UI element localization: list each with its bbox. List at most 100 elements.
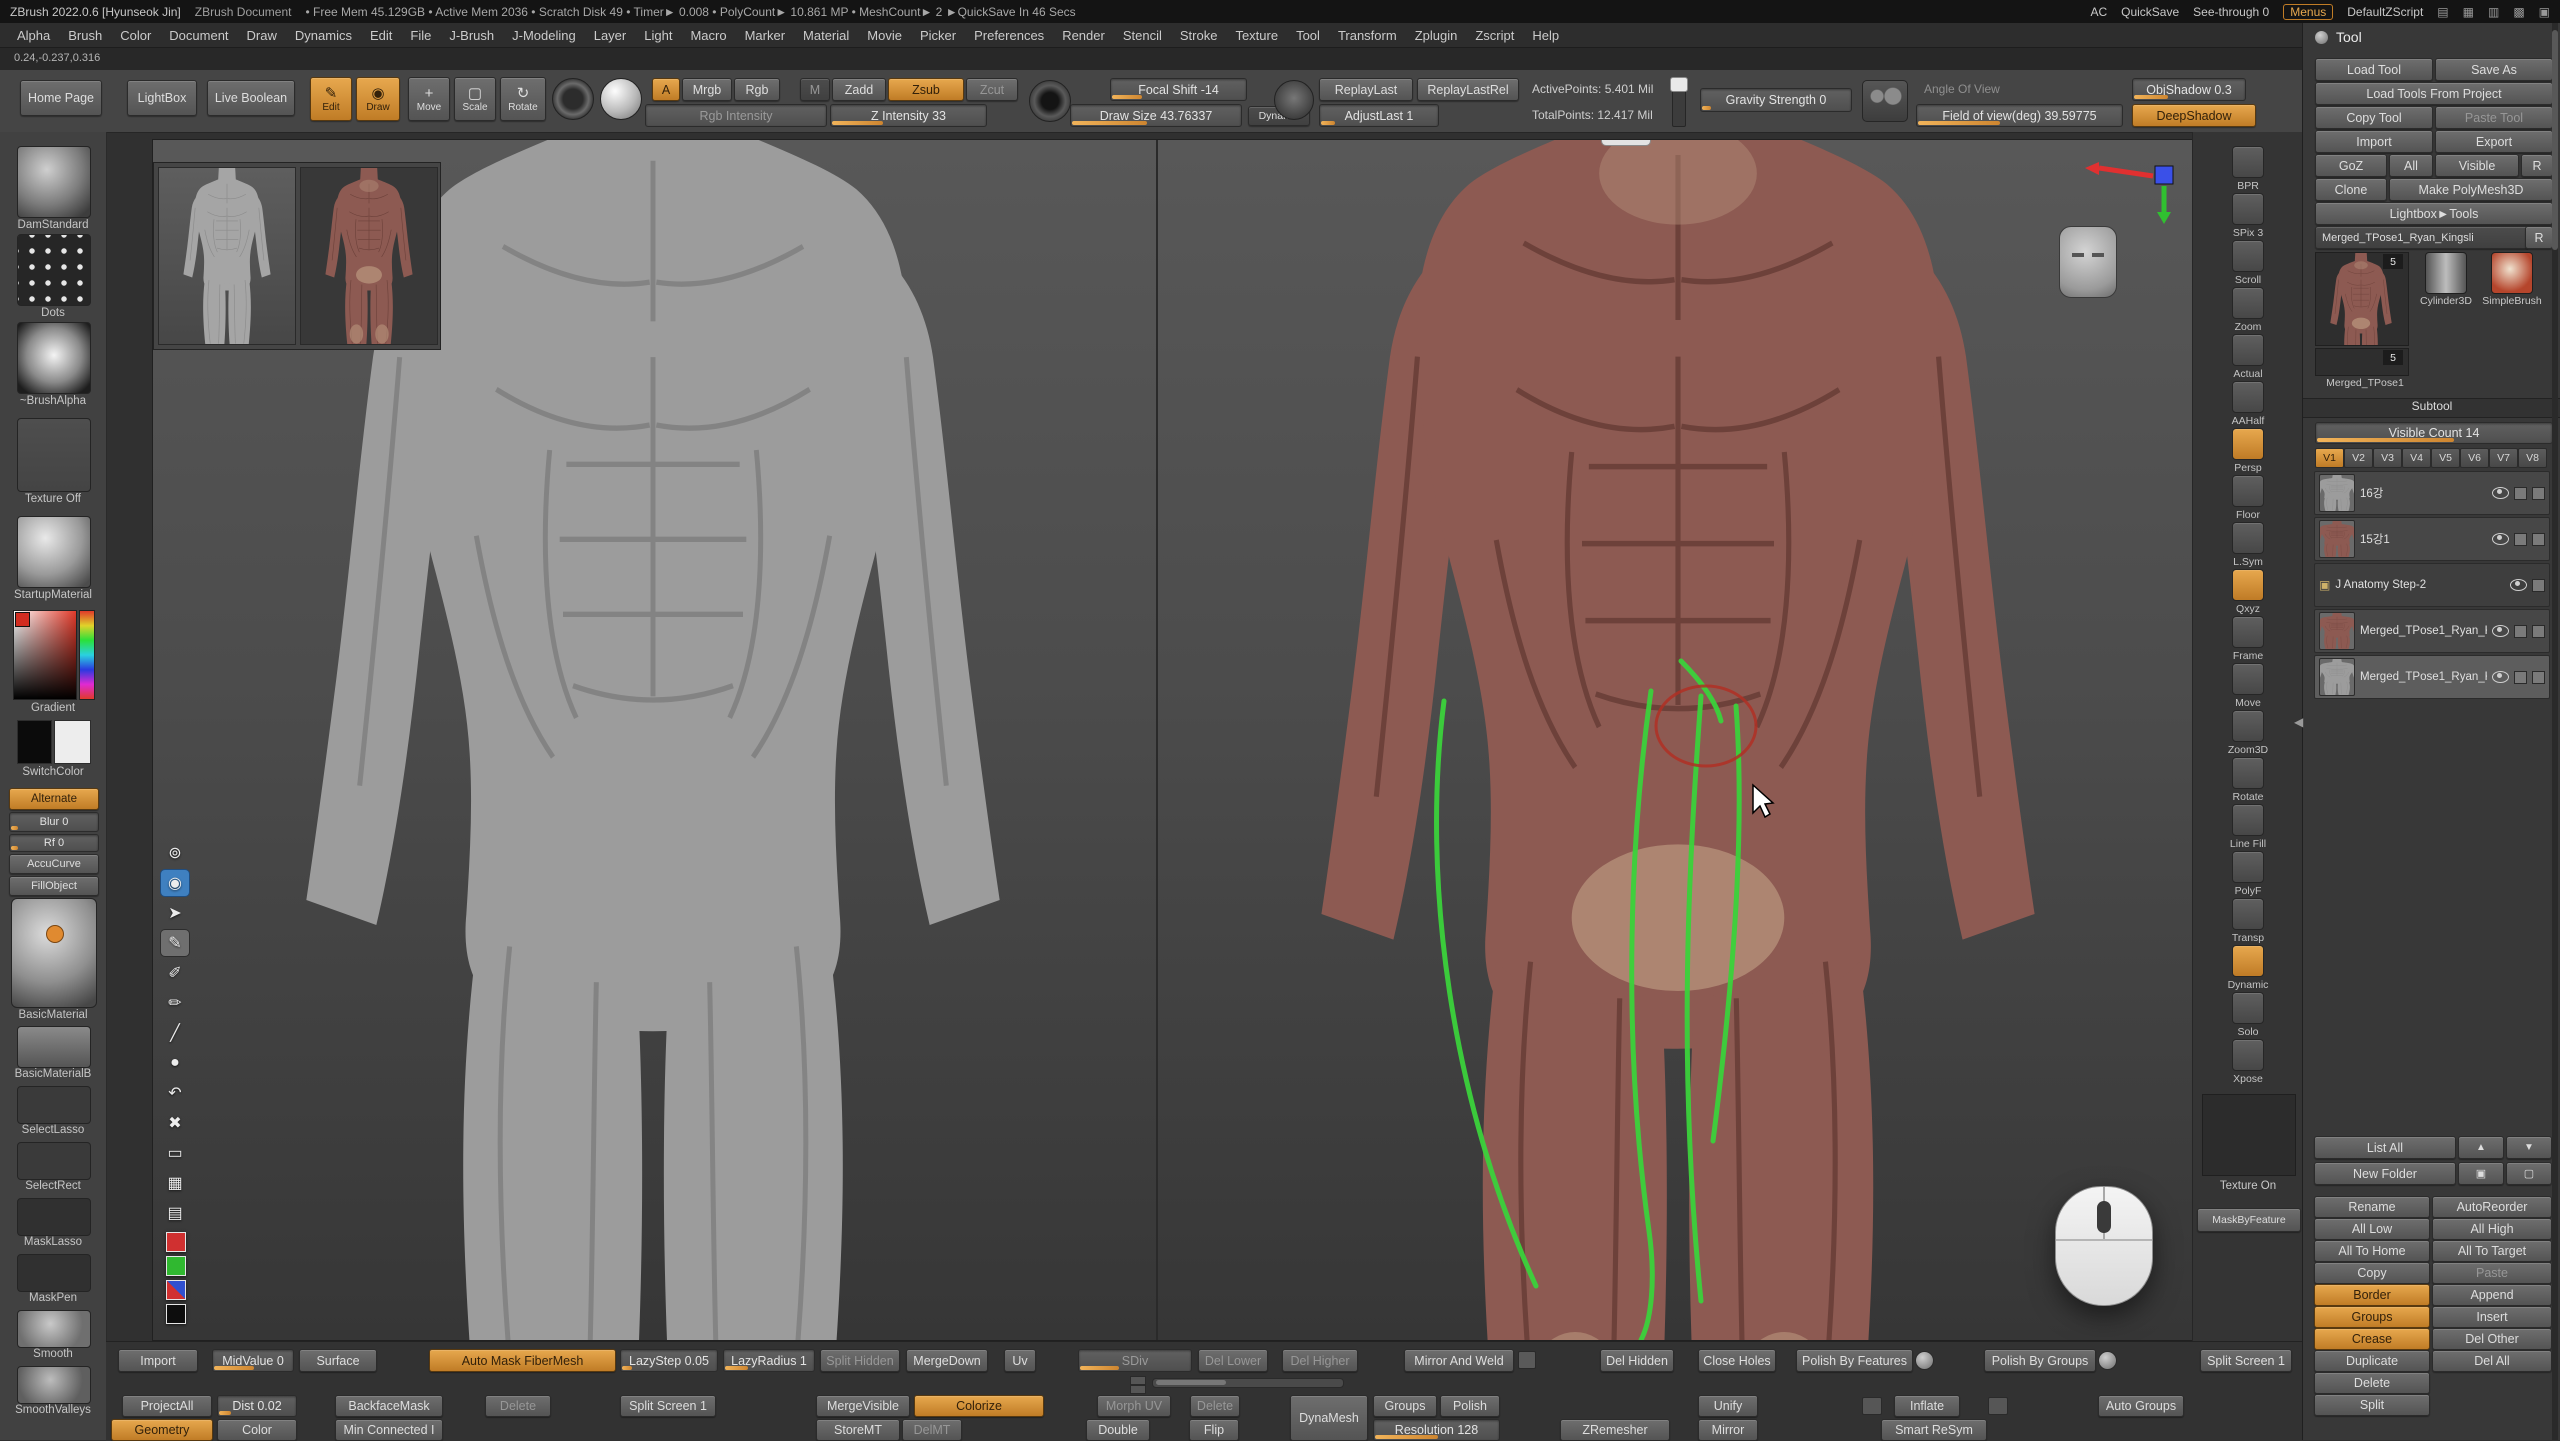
subtool-tab-v1[interactable]: V1 bbox=[2315, 448, 2344, 468]
geometry-section-button[interactable]: Geometry bbox=[111, 1419, 213, 1441]
menu-dynamics[interactable]: Dynamics bbox=[286, 25, 361, 46]
z-intensity-slider[interactable]: Z Intensity 33 bbox=[830, 104, 987, 127]
startup-material-thumb[interactable] bbox=[17, 516, 91, 588]
subtool-tab-v7[interactable]: V7 bbox=[2489, 448, 2518, 468]
menu-stroke[interactable]: Stroke bbox=[1171, 25, 1227, 46]
menu-tool[interactable]: Tool bbox=[1287, 25, 1329, 46]
cylinder3d-thumbnail[interactable] bbox=[2425, 252, 2467, 294]
paint-toggle-icon[interactable] bbox=[2514, 671, 2527, 684]
menu-zplugin[interactable]: Zplugin bbox=[1406, 25, 1467, 46]
del-other-button[interactable]: Del Other bbox=[2432, 1328, 2552, 1350]
close-holes-button[interactable]: Close Holes bbox=[1698, 1349, 1776, 1372]
camera-head-widget[interactable] bbox=[2059, 226, 2117, 298]
polish-groups-knob[interactable] bbox=[2098, 1351, 2117, 1370]
uv-button[interactable]: Uv bbox=[1004, 1349, 1036, 1372]
lazy-step-slider[interactable]: LazyStep 0.05 bbox=[620, 1349, 718, 1372]
sculpt-toggle-icon[interactable] bbox=[2532, 671, 2545, 684]
menu-light[interactable]: Light bbox=[635, 25, 681, 46]
deep-shadow-button[interactable]: DeepShadow bbox=[2132, 104, 2256, 127]
make-polymesh3d-button[interactable]: Make PolyMesh3D bbox=[2389, 178, 2553, 201]
layout-icon-2[interactable]: ▦ bbox=[2463, 5, 2474, 19]
menu-help[interactable]: Help bbox=[1523, 25, 1568, 46]
current-tool-button[interactable]: Merged_TPose1_Ryan_Kingsli bbox=[2315, 226, 2529, 249]
subtool-tab-v6[interactable]: V6 bbox=[2460, 448, 2489, 468]
replay-icon[interactable] bbox=[1274, 80, 1314, 120]
field-of-view-slider[interactable]: Field of view(deg) 39.59775 bbox=[1916, 104, 2123, 127]
polish-by-groups-button[interactable]: Polish By Groups bbox=[1984, 1349, 2096, 1372]
menu-texture[interactable]: Texture bbox=[1226, 25, 1287, 46]
mirror-button[interactable]: Mirror bbox=[1698, 1419, 1758, 1441]
menu-layer[interactable]: Layer bbox=[585, 25, 636, 46]
shelf-zoom3d[interactable]: Zoom3D bbox=[2193, 710, 2303, 756]
tray-scrollbar-thumb[interactable] bbox=[2552, 30, 2558, 250]
copy-tool-button[interactable]: Copy Tool bbox=[2315, 106, 2433, 129]
bulb-icon[interactable]: ⊚ bbox=[161, 840, 189, 866]
tray-scroll-up[interactable] bbox=[1130, 1376, 1146, 1385]
groups-toggle[interactable]: Groups bbox=[2314, 1306, 2430, 1328]
colorize-toggle[interactable]: Colorize bbox=[914, 1395, 1044, 1417]
shelf-actual[interactable]: Actual bbox=[2193, 334, 2303, 380]
merge-visible-button[interactable]: MergeVisible bbox=[816, 1395, 910, 1417]
simple-brush-thumbnail[interactable] bbox=[2491, 252, 2533, 294]
save-as-button[interactable]: Save As bbox=[2435, 58, 2553, 81]
resolution-slider[interactable]: Resolution 128 bbox=[1373, 1419, 1500, 1441]
tray-collapse-chevron[interactable]: ◀ bbox=[2294, 715, 2303, 729]
shelf-xpose[interactable]: Xpose bbox=[2193, 1039, 2303, 1085]
dynamesh-polish-toggle[interactable]: Polish bbox=[1440, 1395, 1500, 1417]
material-sphere-icon[interactable] bbox=[600, 78, 642, 120]
mid-value-slider[interactable]: MidValue 0 bbox=[212, 1349, 294, 1372]
eye-icon[interactable] bbox=[2492, 487, 2509, 499]
lightbox-button[interactable]: LightBox bbox=[127, 80, 197, 116]
sdiv-slider[interactable]: SDiv bbox=[1078, 1349, 1192, 1372]
list-all-button[interactable]: List All bbox=[2314, 1136, 2456, 1159]
rgb-intensity-slider[interactable]: Rgb Intensity bbox=[645, 104, 827, 127]
shelf-scroll[interactable]: Scroll bbox=[2193, 240, 2303, 286]
camera-icon[interactable] bbox=[1862, 80, 1908, 122]
palette-swatch[interactable] bbox=[166, 1280, 186, 1300]
sculpt-toggle-icon[interactable] bbox=[2532, 625, 2545, 638]
shelf-lsym[interactable]: L.Sym bbox=[2193, 522, 2303, 568]
shelf-spix[interactable]: SPix 3 bbox=[2193, 193, 2303, 239]
draw-size-slider[interactable]: Draw Size 43.76337 bbox=[1070, 104, 1242, 127]
shelf-rotate3d[interactable]: Rotate bbox=[2193, 757, 2303, 803]
trash-icon[interactable]: ✖ bbox=[161, 1110, 189, 1136]
mini-toggle-2[interactable] bbox=[1988, 1397, 2008, 1415]
folder-remove-button[interactable]: ▢ bbox=[2506, 1162, 2552, 1185]
m-toggle[interactable]: M bbox=[800, 78, 830, 101]
subtool-folder-row[interactable]: ▣ J Anatomy Step-2 bbox=[2314, 563, 2550, 607]
draw-button[interactable]: ◉ Draw bbox=[356, 77, 400, 121]
alpha-brushalpha-thumb[interactable] bbox=[17, 322, 91, 394]
paste-tool-button[interactable]: Paste Tool bbox=[2435, 106, 2553, 129]
menu-stencil[interactable]: Stencil bbox=[1114, 25, 1171, 46]
zcut-toggle[interactable]: Zcut bbox=[966, 78, 1018, 101]
menu-macro[interactable]: Macro bbox=[681, 25, 735, 46]
load-tools-from-project-button[interactable]: Load Tools From Project bbox=[2315, 82, 2553, 105]
smooth-valleys-thumb[interactable] bbox=[17, 1366, 91, 1404]
alternate-button[interactable]: Alternate bbox=[9, 788, 99, 810]
mini-toggle-1[interactable] bbox=[1862, 1397, 1882, 1415]
min-connected-button[interactable]: Min Connected I bbox=[335, 1419, 443, 1441]
shelf-qxyz[interactable]: Qxyz bbox=[2193, 569, 2303, 615]
edit-button[interactable]: ✎ Edit bbox=[310, 77, 352, 121]
menu-marker[interactable]: Marker bbox=[736, 25, 794, 46]
menu-preferences[interactable]: Preferences bbox=[965, 25, 1053, 46]
copy-subtool-button[interactable]: Copy bbox=[2314, 1262, 2430, 1284]
export-button[interactable]: Export bbox=[2435, 130, 2553, 153]
layout-icon-3[interactable]: ▥ bbox=[2488, 5, 2499, 19]
axis-gizmo[interactable] bbox=[2083, 158, 2193, 224]
smart-resym-button[interactable]: Smart ReSym bbox=[1881, 1419, 1987, 1441]
sculpt-toggle-icon[interactable] bbox=[2532, 533, 2545, 546]
undo-icon[interactable]: ↶ bbox=[161, 1080, 189, 1106]
shelf-bpr[interactable]: BPR bbox=[2193, 146, 2303, 192]
zsub-toggle[interactable]: Zsub bbox=[888, 78, 964, 101]
delete-subtool-button[interactable]: Delete bbox=[2314, 1372, 2430, 1394]
flip-button[interactable]: Flip bbox=[1189, 1419, 1239, 1441]
paint-toggle-icon[interactable] bbox=[2514, 487, 2527, 500]
del-hidden-button[interactable]: Del Hidden bbox=[1600, 1349, 1674, 1372]
green-color-swatch[interactable] bbox=[166, 1256, 186, 1276]
subtool-row-4[interactable]: Merged_TPose1_Ryan_Kingslie: bbox=[2314, 609, 2550, 653]
paste-subtool-button[interactable]: Paste bbox=[2432, 1262, 2552, 1284]
focal-shift-slider[interactable]: Focal Shift -14 bbox=[1110, 78, 1247, 101]
sculpt-toggle-icon[interactable] bbox=[2532, 487, 2545, 500]
auto-groups-button[interactable]: Auto Groups bbox=[2098, 1395, 2184, 1417]
